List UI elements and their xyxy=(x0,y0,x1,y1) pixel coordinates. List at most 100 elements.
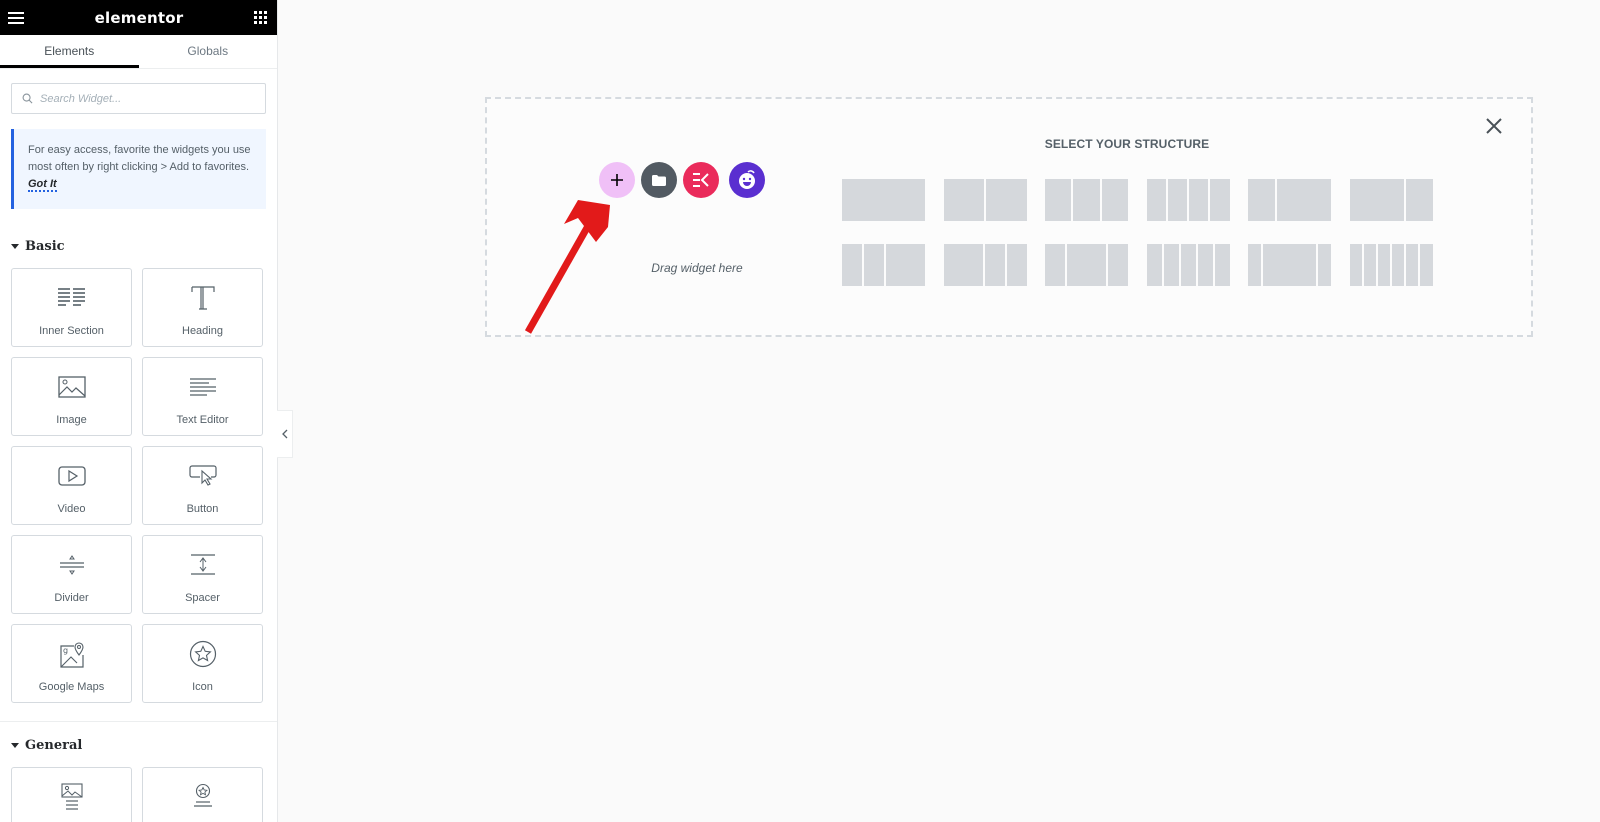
structure-preset[interactable] xyxy=(1045,179,1128,221)
hamburger-icon[interactable] xyxy=(8,11,24,24)
widget-label: Image xyxy=(56,414,87,426)
widget-image[interactable]: Image xyxy=(11,357,132,436)
preset-column xyxy=(1248,244,1262,286)
structure-preset[interactable] xyxy=(1349,179,1433,221)
add-template-button[interactable] xyxy=(641,162,677,198)
preset-column xyxy=(1363,244,1376,286)
inner-section-icon xyxy=(12,284,131,312)
close-icon[interactable] xyxy=(1483,115,1505,137)
star-icon xyxy=(143,640,262,668)
widget-label: Icon xyxy=(192,681,213,693)
preset-column xyxy=(1277,179,1331,221)
preset-column xyxy=(1167,179,1187,221)
envato-kit-button[interactable] xyxy=(683,162,719,198)
structure-preset[interactable] xyxy=(1248,244,1332,286)
structure-preset[interactable] xyxy=(943,244,1027,286)
tab-globals[interactable]: Globals xyxy=(139,35,278,68)
text-editor-icon xyxy=(143,373,262,401)
category-separator xyxy=(0,721,277,722)
structure-preset[interactable] xyxy=(842,179,925,221)
widget-label: Divider xyxy=(54,592,89,604)
add-section-button[interactable] xyxy=(599,162,635,198)
preset-column xyxy=(1406,244,1419,286)
widget-label: Spacer xyxy=(185,592,220,604)
preset-column xyxy=(1108,244,1128,286)
ai-assistant-button[interactable] xyxy=(729,162,765,198)
caret-down-icon xyxy=(11,244,19,249)
collapse-panel-button[interactable] xyxy=(277,410,293,458)
widget-icon[interactable]: Icon xyxy=(142,624,263,703)
preset-column xyxy=(1317,244,1332,286)
structure-preset[interactable] xyxy=(1146,244,1230,286)
preset-column xyxy=(1263,244,1316,286)
category-title: Basic xyxy=(25,239,65,254)
preset-column xyxy=(1146,179,1166,221)
structure-preset[interactable] xyxy=(1248,179,1331,221)
category-general-toggle[interactable]: General xyxy=(11,738,266,753)
widget-text-editor[interactable]: Text Editor xyxy=(142,357,263,436)
structure-preset[interactable] xyxy=(842,244,925,286)
panel-tabs: Elements Globals xyxy=(0,35,277,69)
preset-column xyxy=(1349,179,1404,221)
smiley-icon xyxy=(739,170,755,189)
preset-column xyxy=(1006,244,1027,286)
image-box-icon xyxy=(12,783,131,811)
search-widget-field[interactable] xyxy=(11,83,266,114)
grid-icon[interactable] xyxy=(254,11,267,24)
widget-inner-section[interactable]: Inner Section xyxy=(11,268,132,347)
widget-label: Button xyxy=(186,503,219,515)
category-basic-toggle[interactable]: Basic xyxy=(11,239,266,254)
divider-icon xyxy=(12,551,131,579)
preset-column xyxy=(1045,179,1072,221)
preset-column xyxy=(985,244,1005,286)
heading-icon xyxy=(143,284,262,312)
widget-label: Text Editor xyxy=(176,414,229,426)
favorites-notice: For easy access, favorite the widgets yo… xyxy=(11,129,266,209)
widget-heading[interactable]: Heading xyxy=(142,268,263,347)
widget-icon-box[interactable] xyxy=(142,767,263,822)
structure-preset[interactable] xyxy=(1349,244,1433,286)
widget-button[interactable]: Button xyxy=(142,446,263,525)
widget-google-maps[interactable]: g Google Maps xyxy=(11,624,132,703)
spacer-icon xyxy=(143,551,262,579)
structure-preset[interactable] xyxy=(1045,244,1128,286)
preset-column xyxy=(943,179,984,221)
empty-section-dropzone[interactable]: Drag widget here SELECT YOUR STRUCTURE xyxy=(485,97,1533,337)
icon-box-icon xyxy=(143,783,262,811)
preset-column xyxy=(1377,244,1391,286)
search-icon xyxy=(22,93,33,104)
preset-column xyxy=(1405,179,1433,221)
structure-preset[interactable] xyxy=(1146,179,1230,221)
widget-divider[interactable]: Divider xyxy=(11,535,132,614)
preset-column xyxy=(1248,179,1275,221)
preset-column xyxy=(943,244,983,286)
preset-column xyxy=(986,179,1027,221)
image-icon xyxy=(12,373,131,401)
tab-elements[interactable]: Elements xyxy=(0,35,139,68)
structure-preset[interactable] xyxy=(943,179,1027,221)
preset-column xyxy=(842,244,862,286)
preset-column xyxy=(1420,244,1433,286)
category-general: General xyxy=(0,738,277,822)
preset-column xyxy=(1392,244,1405,286)
widget-image-box[interactable] xyxy=(11,767,132,822)
svg-text:g: g xyxy=(63,646,68,655)
got-it-link[interactable]: Got It xyxy=(28,178,57,192)
caret-down-icon xyxy=(11,743,19,748)
category-title: General xyxy=(25,738,83,753)
widget-label: Heading xyxy=(182,325,223,337)
preset-column xyxy=(885,244,925,286)
preset-column xyxy=(842,179,925,221)
preset-column xyxy=(1066,244,1107,286)
preset-column xyxy=(1197,244,1213,286)
elementor-panel: elementor Elements Globals For easy acce… xyxy=(0,0,278,822)
preset-column xyxy=(863,244,884,286)
widget-video[interactable]: Video xyxy=(11,446,132,525)
widget-label: Video xyxy=(57,503,86,515)
widget-spacer[interactable]: Spacer xyxy=(142,535,263,614)
drag-widget-hint: Drag widget here xyxy=(651,261,743,275)
preset-column xyxy=(1163,244,1179,286)
preset-column xyxy=(1189,179,1209,221)
preset-column xyxy=(1210,179,1230,221)
search-input[interactable] xyxy=(40,92,240,105)
